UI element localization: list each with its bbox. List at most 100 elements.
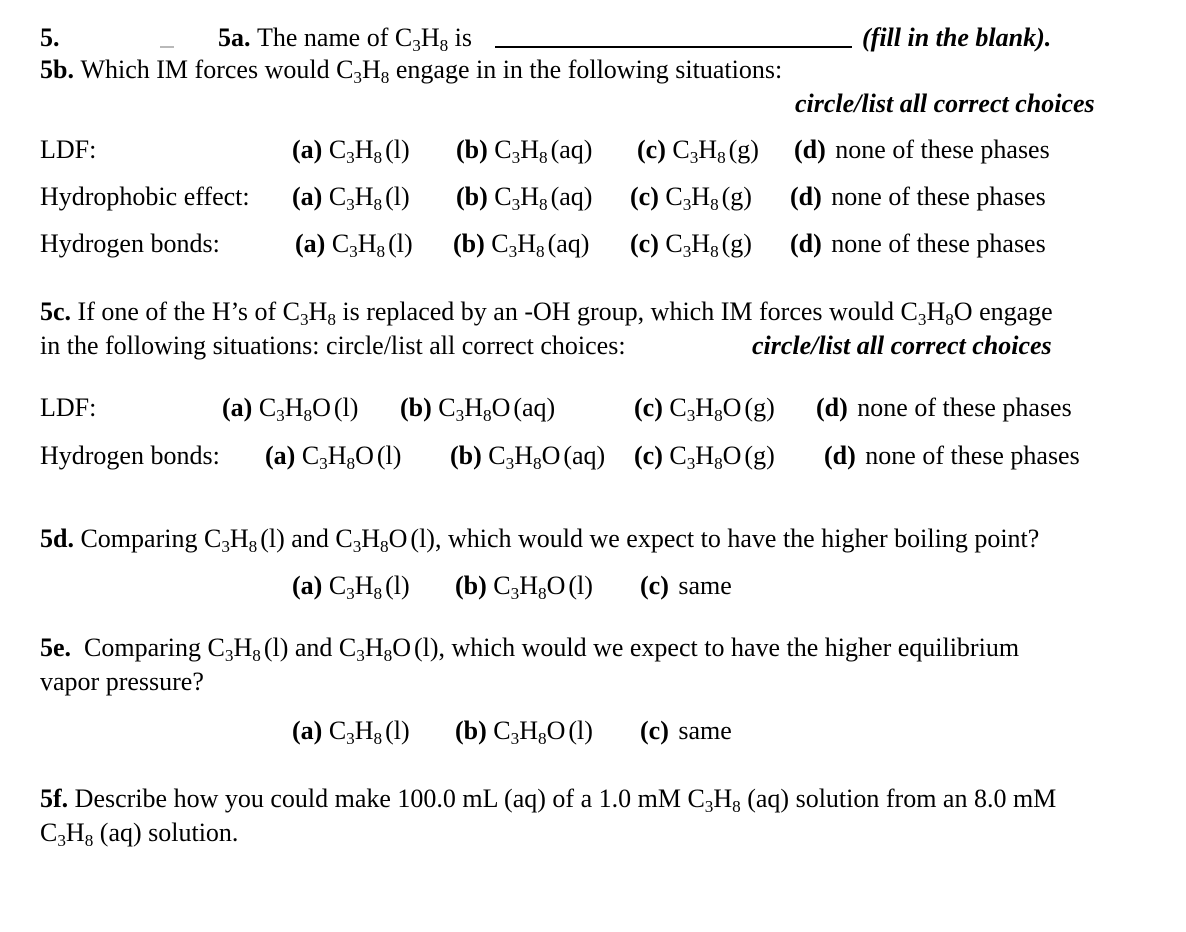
option-letter: (d): [790, 229, 822, 258]
option-formula: C3H8: [328, 716, 383, 748]
option-formula: C3H8: [328, 182, 383, 214]
option-5b-2-b[interactable]: (b) C3H8 (aq): [453, 228, 589, 260]
option-phase: none of these phases: [831, 182, 1046, 211]
option-formula: C3H8O: [438, 393, 511, 425]
option-5b-0-b[interactable]: (b) C3H8 (aq): [456, 134, 592, 166]
row-label-hydrogen-bonds-1: Hydrogen bonds:: [40, 229, 220, 258]
option-5c-1-d[interactable]: (d) none of these phases: [824, 440, 1080, 472]
question-5e-line2: vapor pressure?: [40, 667, 204, 696]
option-formula: C3H8O: [258, 393, 331, 425]
option-5b-1-a[interactable]: (a) C3H8 (l): [292, 181, 410, 213]
option-5d-c[interactable]: (c) same: [640, 570, 732, 602]
option-phase: none of these phases: [835, 135, 1050, 164]
option-5d-a[interactable]: (a) C3H8 (l): [292, 570, 410, 602]
scan-artifact-dash: [160, 46, 174, 48]
option-phase: (aq): [550, 182, 593, 211]
option-formula: C3H8: [328, 135, 383, 167]
option-5b-1-b[interactable]: (b) C3H8 (aq): [456, 181, 592, 213]
option-letter: (d): [790, 182, 822, 211]
option-phase: (g): [721, 229, 752, 258]
option-letter: (c): [630, 182, 659, 211]
option-5b-1-d[interactable]: (d) none of these phases: [790, 181, 1046, 213]
option-phase: (g): [728, 135, 759, 164]
q5d-phase-2: (l),: [410, 524, 442, 553]
row-label-ldf-2: LDF:: [40, 393, 97, 422]
q5e-phase-1: (l): [263, 633, 289, 662]
question-5c-line1: 5c. If one of the H’s of C3H8 is replace…: [40, 296, 1053, 328]
option-formula: C3H8O: [488, 441, 561, 473]
option-5e-b[interactable]: (b) C3H8O (l): [455, 715, 593, 747]
option-5c-1-c[interactable]: (c) C3H8O (g): [634, 440, 775, 472]
option-letter: (b): [455, 716, 487, 745]
question-5c-line2: in the following situations: circle/list…: [40, 331, 626, 360]
option-formula: C3H8O: [493, 716, 566, 748]
label-5b: 5b.: [40, 55, 74, 84]
option-5c-1-b[interactable]: (b) C3H8O (aq): [450, 440, 605, 472]
option-letter: (a): [292, 716, 323, 745]
q5a-formula: C3H8: [394, 23, 449, 55]
option-phase: same: [678, 716, 732, 745]
option-letter: (b): [450, 441, 482, 470]
option-5c-0-d[interactable]: (d) none of these phases: [816, 392, 1072, 424]
q5b-prompt-before: Which IM forces would: [80, 55, 330, 84]
option-phase: same: [678, 571, 732, 600]
option-phase: none of these phases: [865, 441, 1080, 470]
option-5b-0-d[interactable]: (d) none of these phases: [794, 134, 1050, 166]
q5c-text-c: engage: [979, 297, 1053, 326]
option-5b-0-c[interactable]: (c) C3H8 (g): [637, 134, 759, 166]
q5b-instruction: circle/list all correct choices: [795, 89, 1095, 118]
option-formula: C3H8: [494, 182, 548, 214]
option-letter: (c): [634, 393, 663, 422]
option-formula: C3H8: [328, 571, 383, 603]
option-5c-1-a[interactable]: (a) C3H8O (l): [265, 440, 401, 472]
option-letter: (a): [292, 135, 323, 164]
question-5d: 5d. Comparing C3H8 (l) and C3H8O (l), whic…: [40, 523, 1039, 555]
option-letter: (a): [295, 229, 326, 258]
option-phase: (l): [388, 229, 413, 258]
question-5e-line1: 5e. Comparing C3H8 (l) and C3H8O (l), whic…: [40, 632, 1019, 664]
option-formula: C3H8O: [301, 441, 374, 473]
q5d-phase-1: (l): [260, 524, 285, 553]
option-formula: C3H8O: [493, 571, 566, 603]
label-5c: 5c.: [40, 297, 72, 326]
q5f-text-c: (aq) solution.: [99, 818, 239, 847]
q5b-formula: C3H8: [336, 55, 390, 87]
q5d-text-b: and: [291, 524, 329, 553]
q5d-formula-1: C3H8: [203, 524, 258, 556]
option-5b-0-a[interactable]: (a) C3H8 (l): [292, 134, 410, 166]
q5f-text-a: Describe how you could make 100.0 mL (aq…: [74, 784, 681, 813]
option-letter: (b): [455, 571, 487, 600]
option-phase: none of these phases: [831, 229, 1046, 258]
fill-in-the-blank-line[interactable]: [495, 46, 852, 48]
option-5b-2-c[interactable]: (c) C3H8 (g): [630, 228, 752, 260]
question-5f-line1: 5f. Describe how you could make 100.0 mL…: [40, 783, 1056, 815]
option-letter: (c): [630, 229, 659, 258]
question-5b: 5b. Which IM forces would C3H8 engage in…: [40, 54, 782, 86]
label-5a: 5a.: [218, 23, 251, 52]
option-phase: (l): [333, 393, 359, 422]
worksheet-page: 5. 5a. The name of C3H8 is (fill in the …: [0, 0, 1186, 932]
q5c-instruction: circle/list all correct choices: [752, 331, 1052, 360]
option-5d-b[interactable]: (b) C3H8O (l): [455, 570, 593, 602]
option-formula: C3H8: [665, 182, 719, 214]
option-5e-a[interactable]: (a) C3H8 (l): [292, 715, 410, 747]
option-letter: (c): [640, 571, 669, 600]
option-letter: (a): [265, 441, 296, 470]
option-formula: C3H8: [665, 229, 719, 261]
option-phase: (aq): [550, 135, 593, 164]
option-phase: (aq): [563, 441, 606, 470]
option-5b-1-c[interactable]: (c) C3H8 (g): [630, 181, 752, 213]
option-letter: (a): [292, 571, 323, 600]
option-phase: none of these phases: [857, 393, 1072, 422]
option-formula: C3H8O: [669, 441, 742, 473]
option-letter: (d): [824, 441, 856, 470]
option-5c-0-b[interactable]: (b) C3H8O (aq): [400, 392, 555, 424]
option-5c-0-a[interactable]: (a) C3H8O (l): [222, 392, 358, 424]
option-5e-c[interactable]: (c) same: [640, 715, 732, 747]
q5c-text-b: is replaced by an -OH group, which IM fo…: [342, 297, 895, 326]
option-letter: (b): [453, 229, 485, 258]
option-5c-0-c[interactable]: (c) C3H8O (g): [634, 392, 775, 424]
option-phase: (g): [744, 393, 775, 422]
option-5b-2-a[interactable]: (a) C3H8 (l): [295, 228, 413, 260]
option-5b-2-d[interactable]: (d) none of these phases: [790, 228, 1046, 260]
